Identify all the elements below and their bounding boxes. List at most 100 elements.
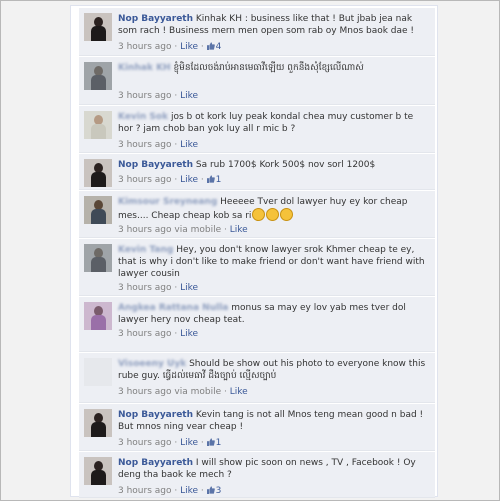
avatar-body <box>91 124 106 139</box>
comment-meta: 3 hours ago via mobile · Like <box>118 387 248 397</box>
avatar-body <box>91 470 106 485</box>
author-link[interactable]: Nop Bayyareth <box>118 14 193 24</box>
author-link[interactable]: Kimsour Sreyneang <box>118 197 217 207</box>
avatar-body <box>91 257 106 272</box>
timestamp[interactable]: 3 hours ago <box>118 225 172 235</box>
avatar-body <box>91 26 106 41</box>
like-link[interactable]: Like <box>180 42 198 52</box>
like-count-number: 4 <box>215 42 222 52</box>
like-link[interactable]: Like <box>180 438 198 448</box>
angry-emoji-icon <box>280 208 294 221</box>
avatar[interactable] <box>84 358 112 386</box>
avatar-body <box>91 172 106 187</box>
comment-item: Visoeeny Uyk Should be show out his phot… <box>79 353 435 403</box>
comment-item: Angkea Rattana Nulla monus sa may ey lov… <box>79 297 435 352</box>
avatar-background <box>84 358 112 386</box>
author-link[interactable]: Nop Bayyareth <box>118 458 193 468</box>
like-count[interactable]: 3 <box>206 486 222 496</box>
avatar-body <box>91 422 106 437</box>
timestamp[interactable]: 3 hours ago <box>118 175 172 185</box>
comment-text: Nop Bayyareth I will show pic soon on ne… <box>118 457 430 481</box>
avatar[interactable] <box>84 409 112 437</box>
timestamp[interactable]: 3 hours ago <box>118 91 172 101</box>
timestamp[interactable]: 3 hours ago <box>118 486 172 496</box>
comment-meta: 3 hours ago · Like <box>118 140 199 150</box>
comment-meta: 3 hours ago · Like <box>118 283 199 293</box>
avatar[interactable] <box>84 457 112 485</box>
avatar[interactable] <box>84 159 112 187</box>
avatar[interactable] <box>84 13 112 41</box>
thumbs-up-icon <box>206 175 215 183</box>
comment-item: Kevin Tang Hey, you don't know lawyer sr… <box>79 239 435 296</box>
like-count[interactable]: 1 <box>206 438 222 448</box>
comment-item: Nop Bayyareth Sa rub 1700$ Kork 500$ nov… <box>79 154 435 190</box>
timestamp[interactable]: 3 hours ago <box>118 329 172 339</box>
like-count-number: 1 <box>215 175 222 185</box>
like-link[interactable]: Like <box>180 283 198 293</box>
avatar[interactable] <box>84 244 112 272</box>
comment-text: Visoeeny Uyk Should be show out his phot… <box>118 358 430 382</box>
comment-item: Nop Bayyareth Kevin tang is not all Mnos… <box>79 404 435 451</box>
avatar[interactable] <box>84 196 112 224</box>
comment-text: Kinhak KH ខ្ញុំមិនដែលចង់រាប់អានមេធាវីឡើយ… <box>118 62 430 74</box>
timestamp[interactable]: 3 hours ago <box>118 42 172 52</box>
author-link[interactable]: Nop Bayyareth <box>118 410 193 420</box>
like-count-number: 3 <box>215 486 222 496</box>
via-mobile-label: via mobile <box>174 225 222 235</box>
timestamp[interactable]: 3 hours ago <box>118 438 172 448</box>
thumbs-up-icon <box>206 42 215 50</box>
comment-text: Nop Bayyareth Kevin tang is not all Mnos… <box>118 409 430 433</box>
like-link[interactable]: Like <box>180 329 198 339</box>
comment-body: Sa rub 1700$ Kork 500$ nov sorl 1200$ <box>195 160 376 170</box>
comment-text: Kevin Tang Hey, you don't know lawyer sr… <box>118 244 430 280</box>
comment-text: Angkea Rattana Nulla monus sa may ey lov… <box>118 302 430 326</box>
comment-text: Nop Bayyareth Sa rub 1700$ Kork 500$ nov… <box>118 159 430 171</box>
timestamp[interactable]: 3 hours ago <box>118 140 172 150</box>
like-count-number: 1 <box>215 438 222 448</box>
avatar[interactable] <box>84 111 112 139</box>
like-link[interactable]: Like <box>180 175 198 185</box>
comment-body: ខ្ញុំមិនដែលចង់រាប់អានមេធាវីឡើយ ពួកនឹងសុំ… <box>173 63 364 73</box>
comment-meta: 3 hours ago · Like · 4 <box>118 42 222 52</box>
comment-item: Kevin Sok jos b ot kork luy peak kondal … <box>79 106 435 153</box>
angry-emoji-icon <box>266 208 280 221</box>
like-link[interactable]: Like <box>180 486 198 496</box>
screenshot-frame: Nop Bayyareth Kinhak KH : business like … <box>0 0 500 501</box>
comment-text: Kimsour Sreyneang Heeeee Tver dol lawyer… <box>118 196 430 222</box>
avatar-body <box>91 209 106 224</box>
comment-text: Nop Bayyareth Kinhak KH : business like … <box>118 13 430 37</box>
comment-meta: 3 hours ago · Like · 3 <box>118 486 222 496</box>
comment-item: Kimsour Sreyneang Heeeee Tver dol lawyer… <box>79 191 435 238</box>
comment-meta: 3 hours ago · Like · 1 <box>118 438 222 448</box>
author-link[interactable]: Kevin Sok <box>118 112 168 122</box>
comment-text: Kevin Sok jos b ot kork luy peak kondal … <box>118 111 430 135</box>
thumbs-up-icon <box>206 486 215 494</box>
comment-item: Kinhak KH ខ្ញុំមិនដែលចង់រាប់អានមេធាវីឡើយ… <box>79 57 435 105</box>
comment-item: Nop Bayyareth I will show pic soon on ne… <box>79 452 435 498</box>
like-count[interactable]: 4 <box>206 42 222 52</box>
avatar-body <box>91 315 106 330</box>
like-link[interactable]: Like <box>180 140 198 150</box>
like-link[interactable]: Like <box>230 387 248 397</box>
thumbs-up-icon <box>206 438 215 446</box>
like-count[interactable]: 1 <box>206 175 222 185</box>
like-link[interactable]: Like <box>180 91 198 101</box>
comment-thread: Nop Bayyareth Kinhak KH : business like … <box>70 5 438 498</box>
comment-meta: 3 hours ago · Like · 1 <box>118 175 222 185</box>
timestamp[interactable]: 3 hours ago <box>118 283 172 293</box>
avatar[interactable] <box>84 302 112 330</box>
author-link[interactable]: Kevin Tang <box>118 245 173 255</box>
timestamp[interactable]: 3 hours ago <box>118 387 172 397</box>
avatar-body <box>91 75 106 90</box>
comment-item: Nop Bayyareth Kinhak KH : business like … <box>79 8 435 56</box>
angry-emoji-icon <box>252 208 266 221</box>
comment-meta: 3 hours ago via mobile · Like <box>118 225 248 235</box>
avatar[interactable] <box>84 62 112 90</box>
author-link[interactable]: Nop Bayyareth <box>118 160 193 170</box>
like-link[interactable]: Like <box>230 225 248 235</box>
author-link[interactable]: Visoeeny Uyk <box>118 359 186 369</box>
comment-meta: 3 hours ago · Like <box>118 329 199 339</box>
comment-meta: 3 hours ago · Like <box>118 91 199 101</box>
author-link[interactable]: Angkea Rattana Nulla <box>118 303 228 313</box>
author-link[interactable]: Kinhak KH <box>118 63 171 73</box>
